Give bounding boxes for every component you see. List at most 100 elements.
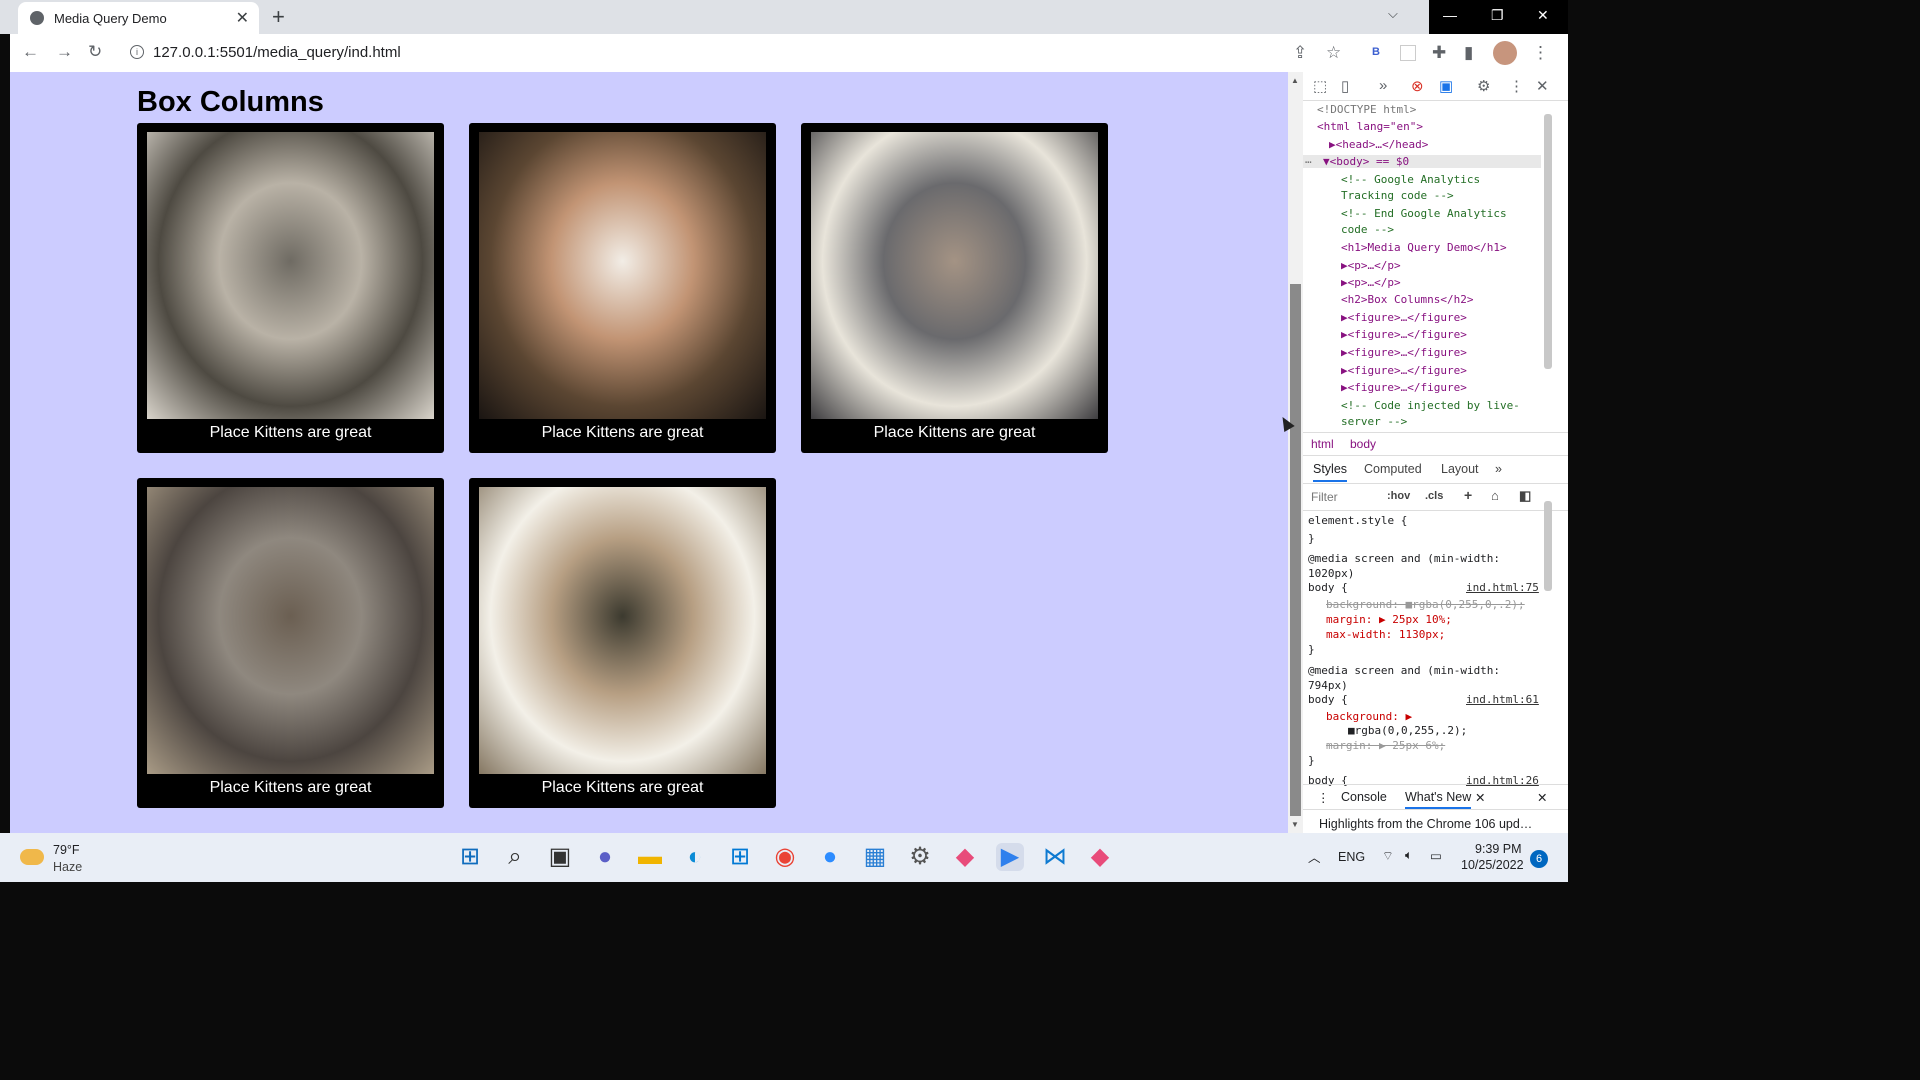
notification-badge[interactable]: 6 (1530, 850, 1548, 868)
style-rule-line[interactable]: } (1308, 532, 1315, 545)
message-icon[interactable]: ▣ (1439, 77, 1453, 95)
dom-node[interactable]: ▶<p>…</p> (1341, 259, 1401, 272)
dom-node[interactable]: ▼<body> == $0 (1303, 155, 1541, 168)
dom-node[interactable]: server --> (1341, 415, 1407, 428)
back-icon[interactable]: ← (22, 42, 39, 62)
source-link[interactable]: ind.html:61 (1466, 693, 1539, 706)
dom-node[interactable]: <!-- Google Analytics (1341, 173, 1480, 186)
taskbar-teams-chat-icon[interactable]: ● (591, 843, 619, 871)
style-rule-line[interactable]: background: ■rgba(0,255,0,.2); (1326, 598, 1525, 611)
gear-icon[interactable]: ⚙ (1477, 77, 1490, 95)
reload-icon[interactable]: ↻ (88, 42, 102, 62)
star-icon[interactable]: ☆ (1326, 43, 1341, 63)
close-whats-new-icon[interactable]: ✕ (1475, 790, 1485, 805)
site-info-icon[interactable]: i (130, 45, 144, 59)
taskbar-task-view-icon[interactable]: ▣ (546, 843, 574, 871)
battery-icon[interactable]: ▭ (1430, 848, 1442, 863)
taskbar-search-icon[interactable]: ⌕ (501, 843, 529, 871)
taskbar-start-icon[interactable]: ⊞ (456, 843, 484, 871)
style-rule-line[interactable]: max-width: 1130px; (1326, 628, 1445, 641)
extension-blank-icon[interactable] (1400, 45, 1416, 61)
close-tab-icon[interactable]: ✕ (236, 8, 249, 28)
style-rule-line[interactable]: ■rgba(0,0,255,.2); (1348, 724, 1467, 737)
taskbar-git-icon[interactable]: ◆ (951, 843, 979, 871)
close-devtools-icon[interactable]: ✕ (1536, 77, 1549, 95)
dom-node[interactable]: <!DOCTYPE html> (1317, 103, 1416, 116)
url-text[interactable]: 127.0.0.1:5501/media_query/ind.html (153, 44, 401, 61)
taskbar-photos-icon[interactable]: ▦ (861, 843, 889, 871)
dom-node[interactable]: ▶<head>…</head> (1329, 138, 1428, 151)
paint-icon[interactable]: ⌂ (1491, 488, 1499, 503)
minimize-button[interactable]: — (1443, 7, 1457, 23)
filter-input[interactable]: Filter (1311, 490, 1338, 504)
drawer-menu-icon[interactable]: ⋮ (1317, 790, 1330, 805)
error-icon[interactable]: ⊗ (1411, 77, 1424, 95)
dom-scrollbar[interactable] (1543, 102, 1553, 427)
wifi-icon[interactable]: ⌔ (1382, 848, 1394, 864)
breadcrumb-html[interactable]: html (1311, 437, 1334, 451)
puzzle-icon[interactable]: ✚ (1432, 43, 1446, 63)
more-panels-icon[interactable]: » (1379, 77, 1387, 94)
taskbar-vscode-icon[interactable]: ⋈ (1041, 843, 1069, 871)
page-scrollbar[interactable]: ▲ ▼ (1288, 72, 1303, 833)
tab-media-query-demo[interactable]: Media Query Demo ✕ (18, 2, 259, 34)
taskbar-store-icon[interactable]: ⊞ (726, 843, 754, 871)
volume-icon[interactable]: 🔈︎ (1405, 848, 1413, 863)
style-rule-line[interactable]: margin: ▶ 25px 10%; (1326, 613, 1452, 626)
tab-styles[interactable]: Styles (1313, 462, 1348, 482)
style-rule-line[interactable]: element.style { (1308, 514, 1407, 527)
style-rule-line[interactable]: background: ▶ (1326, 710, 1412, 723)
share-icon[interactable]: ⇪ (1293, 43, 1307, 63)
cls-button[interactable]: .cls (1425, 490, 1443, 502)
chevron-up-icon[interactable]: ︿ (1308, 847, 1321, 866)
close-drawer-icon[interactable]: ✕ (1537, 790, 1547, 805)
dom-node[interactable]: ▶<figure>…</figure> (1341, 346, 1467, 359)
taskbar-media-player-icon[interactable]: ▶ (996, 843, 1024, 871)
language-indicator[interactable]: ENG (1338, 850, 1365, 864)
sidepanel-icon[interactable]: ▮ (1464, 43, 1473, 63)
style-rule-line[interactable]: 794px) (1308, 679, 1348, 692)
dom-node[interactable]: <html lang="en"> (1317, 120, 1423, 133)
taskbar-zoom-icon[interactable]: ● (816, 843, 844, 871)
style-rule-line[interactable]: @media screen and (min-width: (1308, 552, 1500, 565)
taskbar-git2-icon[interactable]: ◆ (1086, 843, 1114, 871)
styles-scrollbar[interactable] (1543, 487, 1553, 782)
dom-node[interactable]: <!-- End Google Analytics (1341, 207, 1507, 220)
tab-layout[interactable]: Layout (1441, 462, 1479, 476)
dom-node[interactable]: ▶<figure>…</figure> (1341, 364, 1467, 377)
dom-ellipsis[interactable]: … (1305, 153, 1312, 166)
dom-node[interactable]: ▶<figure>…</figure> (1341, 328, 1467, 341)
style-rule-line[interactable]: body { (1308, 693, 1348, 706)
style-rule-line[interactable]: 1020px) (1308, 567, 1354, 580)
style-rule-line[interactable]: } (1308, 754, 1315, 767)
taskbar-chrome-icon[interactable]: ◉ (771, 843, 799, 871)
dom-node[interactable]: <h2>Box Columns</h2> (1341, 293, 1473, 306)
tab-console[interactable]: Console (1341, 790, 1387, 804)
taskbar-file-explorer-icon[interactable]: ▬ (636, 843, 664, 871)
style-rule-line[interactable]: } (1308, 643, 1315, 656)
dom-node[interactable]: Tracking code --> (1341, 189, 1454, 202)
dom-node[interactable]: <!-- Code injected by live- (1341, 399, 1520, 412)
page-scroll-thumb[interactable] (1290, 284, 1301, 816)
new-tab-button[interactable]: + (272, 4, 285, 30)
tab-whats-new[interactable]: What's New (1405, 790, 1472, 809)
forward-icon[interactable]: → (56, 42, 73, 62)
source-link[interactable]: ind.html:75 (1466, 581, 1539, 594)
taskbar-edge-icon[interactable]: ◐ (681, 843, 709, 871)
dom-node[interactable]: ▶<p>…</p> (1341, 276, 1401, 289)
avatar[interactable] (1493, 41, 1517, 65)
maximize-button[interactable]: ❐ (1491, 7, 1504, 24)
tab-search-icon[interactable]: ⌵ (1388, 6, 1398, 22)
whats-new-text[interactable]: Highlights from the Chrome 106 upd… (1319, 817, 1532, 831)
address-bar[interactable]: i 127.0.0.1:5501/media_query/ind.html (120, 38, 1360, 68)
style-rule-line[interactable]: @media screen and (min-width: (1308, 664, 1500, 677)
inspect-icon[interactable]: ⬚ (1313, 77, 1327, 95)
sidebar-toggle-icon[interactable]: ◧ (1519, 488, 1531, 504)
menu-icon[interactable]: ⋮ (1532, 43, 1549, 63)
tab-more[interactable]: » (1495, 462, 1502, 476)
close-window-button[interactable]: ✕ (1537, 7, 1549, 24)
tab-computed[interactable]: Computed (1364, 462, 1422, 476)
add-rule-button[interactable]: + (1464, 487, 1472, 503)
taskbar-settings-icon[interactable]: ⚙ (906, 843, 934, 871)
dom-node[interactable]: code --> (1341, 223, 1394, 236)
